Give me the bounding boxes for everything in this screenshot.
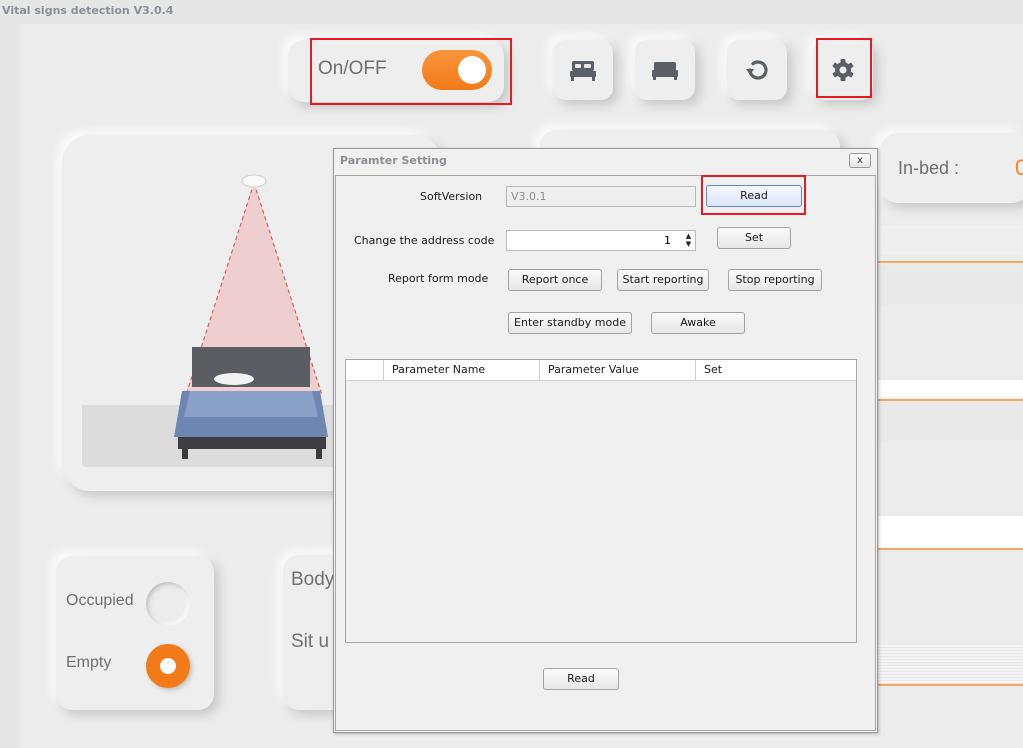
standby-mode-button[interactable]: Enter standby mode [508, 312, 632, 334]
address-code-label: Change the address code [354, 234, 495, 247]
chart-line-1 [872, 261, 1023, 263]
parameter-setting-dialog: Paramter Setting x SoftVersion V3.0.1 Re… [333, 148, 878, 733]
chart-strip-1 [872, 225, 1023, 255]
highlight-box-settings [816, 38, 872, 98]
app-title: Vital signs detection V3.0.4 [2, 4, 174, 17]
set-address-button[interactable]: Set [717, 227, 791, 249]
column-header-parameter-name[interactable]: Parameter Name [384, 360, 540, 381]
empty-label: Empty [66, 654, 112, 671]
soft-version-field: V3.0.1 [506, 186, 696, 207]
address-code-stepper[interactable]: 1 ▲ ▼ [506, 230, 696, 251]
report-once-button[interactable]: Report once [508, 269, 602, 291]
column-header-set[interactable]: Set [696, 360, 856, 381]
soft-version-label: SoftVersion [420, 190, 483, 203]
in-bed-value: 0 [1015, 155, 1023, 180]
chart-strip-4 [872, 402, 1023, 442]
dialog-titlebar: Paramter Setting x [334, 149, 877, 173]
awake-button[interactable]: Awake [651, 312, 745, 334]
occupied-label: Occupied [66, 592, 134, 609]
occupancy-card: Occupied Empty [56, 556, 214, 710]
chart-strip-6 [872, 645, 1023, 685]
stop-reporting-button[interactable]: Stop reporting [728, 269, 822, 291]
start-reporting-button[interactable]: Start reporting [617, 269, 709, 291]
bed-icon [570, 61, 596, 81]
highlight-box-power [310, 38, 512, 105]
parameter-table-header: Parameter Name Parameter Value Set [346, 360, 856, 381]
empty-indicator [146, 644, 190, 688]
column-header-index [346, 360, 384, 381]
column-header-parameter-value[interactable]: Parameter Value [540, 360, 696, 381]
highlight-box-read [701, 175, 806, 215]
chart-strip-3 [872, 380, 1023, 398]
app-window: Vital signs detection V3.0.4 On/OFF Occu… [0, 0, 1023, 748]
read-parameters-button[interactable]: Read [543, 668, 619, 690]
bed-icon [652, 62, 678, 80]
refresh-icon [746, 60, 768, 80]
body-label: Body [291, 569, 335, 590]
dialog-close-button[interactable]: x [849, 153, 871, 168]
dialog-content: SoftVersion V3.0.1 Read Change the addre… [335, 175, 876, 731]
bed-mode-button-1[interactable] [553, 40, 613, 100]
chart-strip-5 [872, 516, 1023, 548]
close-icon: x [857, 155, 863, 166]
occupied-indicator [146, 582, 190, 626]
address-code-value: 1 [664, 234, 671, 247]
stepper-arrows-icon[interactable]: ▲ ▼ [684, 232, 693, 248]
chart-line-2 [872, 399, 1023, 401]
chart-line-3 [872, 548, 1023, 550]
bed-mode-button-2[interactable] [635, 40, 695, 100]
refresh-button[interactable] [727, 40, 787, 100]
in-bed-label: In-bed : [898, 158, 960, 178]
chart-strip-2 [872, 266, 1023, 306]
chart-line-4 [872, 684, 1023, 686]
empty-indicator-dot [160, 658, 176, 674]
report-mode-label: Report form mode [388, 272, 489, 285]
parameter-table: Parameter Name Parameter Value Set [345, 359, 857, 643]
dialog-title: Paramter Setting [340, 154, 447, 167]
in-bed-card: In-bed : 0 [880, 133, 1023, 203]
sit-up-label: Sit u [291, 631, 330, 652]
